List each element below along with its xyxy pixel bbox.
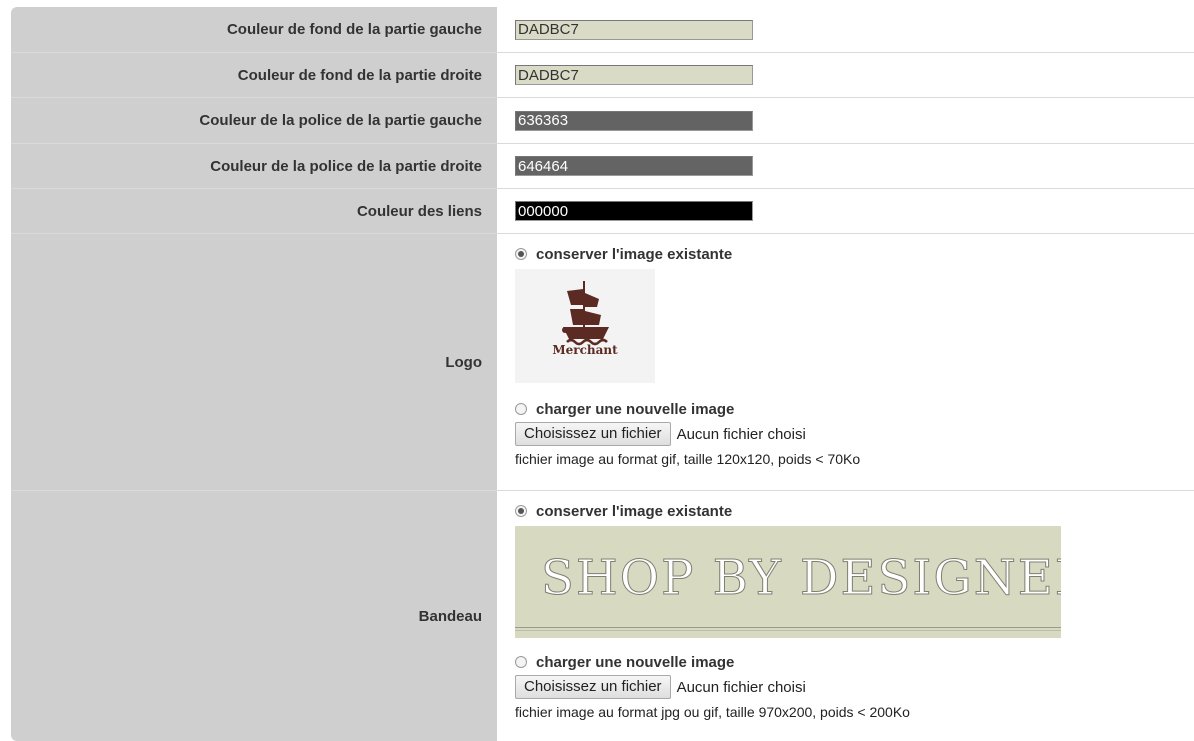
row-value	[497, 53, 1194, 97]
row-label: Couleur des liens	[11, 189, 497, 233]
banner-file-picker: Choisissez un fichier Aucun fichier choi…	[515, 675, 806, 699]
keep-banner-option[interactable]: conserver l'image existante	[515, 501, 732, 521]
row-bg-left: Couleur de fond de la partie gauche	[11, 7, 1194, 53]
radio-icon[interactable]	[515, 248, 527, 260]
color-input-bg-right[interactable]	[515, 65, 753, 85]
banner-image: SHOP BY DESIGNER	[515, 526, 1061, 638]
radio-icon[interactable]	[515, 403, 527, 415]
banner-divider	[515, 627, 1061, 628]
color-input-bg-left[interactable]	[515, 19, 753, 40]
banner-title: SHOP BY DESIGNER	[541, 550, 1061, 607]
radio-icon[interactable]	[515, 505, 527, 517]
row-value	[497, 7, 1194, 52]
row-label: Couleur de la police de la partie gauche	[11, 98, 497, 143]
row-label: Couleur de fond de la partie gauche	[11, 7, 497, 52]
row-font-right: Couleur de la police de la partie droite	[11, 144, 1194, 189]
option-label: charger une nouvelle image	[536, 400, 735, 418]
row-font-left: Couleur de la police de la partie gauche	[11, 98, 1194, 144]
row-value	[497, 189, 1194, 233]
row-logo: Logo conserver l'image existante Merchan…	[11, 234, 1194, 491]
option-label: charger une nouvelle image	[536, 653, 735, 671]
row-value	[497, 144, 1194, 188]
file-status: Aucun fichier choisi	[676, 678, 806, 696]
logo-image: Merchant	[515, 269, 655, 383]
file-hint: fichier image au format jpg ou gif, tail…	[515, 704, 910, 720]
file-status: Aucun fichier choisi	[676, 425, 806, 443]
row-value	[497, 98, 1194, 143]
color-input-font-left[interactable]	[515, 110, 753, 131]
settings-form: Couleur de fond de la partie gauche Coul…	[11, 7, 1194, 741]
row-label: Bandeau	[11, 491, 497, 741]
file-hint: fichier image au format gif, taille 120x…	[515, 451, 861, 467]
ship-icon	[562, 281, 609, 346]
option-label: conserver l'image existante	[536, 245, 733, 263]
keep-logo-option[interactable]: conserver l'image existante	[515, 244, 732, 264]
choose-file-button[interactable]: Choisissez un fichier	[515, 422, 671, 446]
row-label: Couleur de fond de la partie droite	[11, 53, 497, 97]
row-label: Couleur de la police de la partie droite	[11, 144, 497, 188]
row-label: Logo	[11, 234, 497, 490]
row-value: conserver l'image existante SHOP BY DESI…	[497, 491, 1194, 741]
color-input-font-right[interactable]	[515, 156, 753, 176]
row-bg-right: Couleur de fond de la partie droite	[11, 53, 1194, 98]
row-value: conserver l'image existante Merchant cha…	[497, 234, 1194, 490]
logo-file-picker: Choisissez un fichier Aucun fichier choi…	[515, 422, 806, 446]
choose-file-button[interactable]: Choisissez un fichier	[515, 675, 671, 699]
row-bandeau: Bandeau conserver l'image existante SHOP…	[11, 491, 1194, 741]
new-banner-option[interactable]: charger une nouvelle image	[515, 652, 734, 672]
new-logo-option[interactable]: charger une nouvelle image	[515, 399, 734, 419]
row-links: Couleur des liens	[11, 189, 1194, 234]
logo-caption: Merchant	[552, 343, 618, 357]
banner-divider	[515, 630, 1061, 631]
radio-icon[interactable]	[515, 656, 527, 668]
color-input-links[interactable]	[515, 201, 753, 221]
option-label: conserver l'image existante	[536, 502, 733, 520]
